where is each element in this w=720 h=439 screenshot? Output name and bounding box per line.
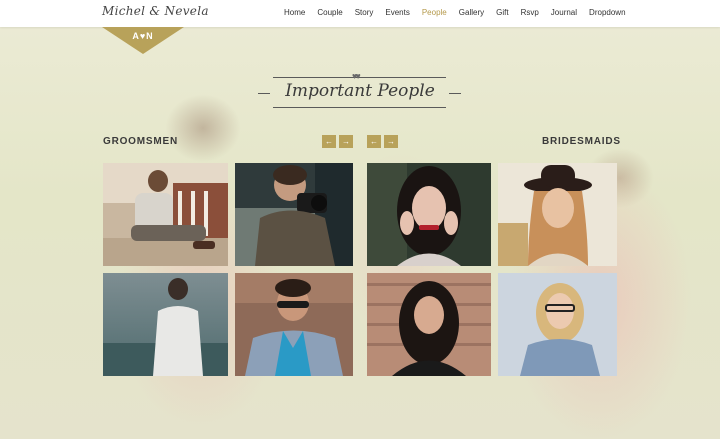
groomsmen-prev-arrow-icon[interactable]: ← xyxy=(322,135,336,148)
bridesmaids-next-arrow-icon[interactable]: → xyxy=(384,135,398,148)
nav-couple[interactable]: Couple xyxy=(317,8,342,17)
nav-gift[interactable]: Gift xyxy=(496,8,508,17)
groomsman-photo-3[interactable] xyxy=(103,273,228,376)
nav-home[interactable]: Home xyxy=(284,8,305,17)
groomsman-photo-1[interactable] xyxy=(103,163,228,266)
groomsmen-next-arrow-icon[interactable]: → xyxy=(339,135,353,148)
main-nav: Home Couple Story Events People Gallery … xyxy=(284,8,638,17)
title-divider-bottom xyxy=(273,107,446,108)
bridesmaids-heading: BRIDESMAIDS xyxy=(542,136,621,147)
nav-rsvp[interactable]: Rsvp xyxy=(521,8,539,17)
hearts-icon: ♥♥ xyxy=(352,71,361,81)
groomsmen-heading: GROOMSMEN xyxy=(103,136,178,147)
bridesmaid-photo-1[interactable] xyxy=(367,163,491,266)
bridesmaid-photo-4[interactable] xyxy=(498,273,617,376)
nav-events[interactable]: Events xyxy=(385,8,409,17)
nav-journal[interactable]: Journal xyxy=(551,8,577,17)
section-title-block: ♥♥ Important People xyxy=(255,70,465,110)
section-title: Important People xyxy=(285,81,435,101)
groomsman-photo-4[interactable] xyxy=(235,273,353,376)
bridesmaid-photo-3[interactable] xyxy=(367,273,491,376)
nav-story[interactable]: Story xyxy=(355,8,374,17)
top-navbar: Michel & Nevela Home Couple Story Events… xyxy=(0,0,720,27)
title-divider-top xyxy=(273,77,446,78)
bridesmaids-prev-arrow-icon[interactable]: ← xyxy=(367,135,381,148)
groomsman-photo-2[interactable] xyxy=(235,163,353,266)
nav-gallery[interactable]: Gallery xyxy=(459,8,484,17)
background-flowers xyxy=(0,378,720,439)
nav-dropdown[interactable]: Dropdown xyxy=(589,8,625,17)
monogram-badge[interactable]: A♥N xyxy=(102,27,184,54)
site-logo[interactable]: Michel & Nevela xyxy=(102,4,209,18)
nav-people[interactable]: People xyxy=(422,8,447,17)
title-dash-right xyxy=(449,93,461,94)
bridesmaid-photo-2[interactable] xyxy=(498,163,617,266)
monogram-text: A♥N xyxy=(132,31,154,41)
